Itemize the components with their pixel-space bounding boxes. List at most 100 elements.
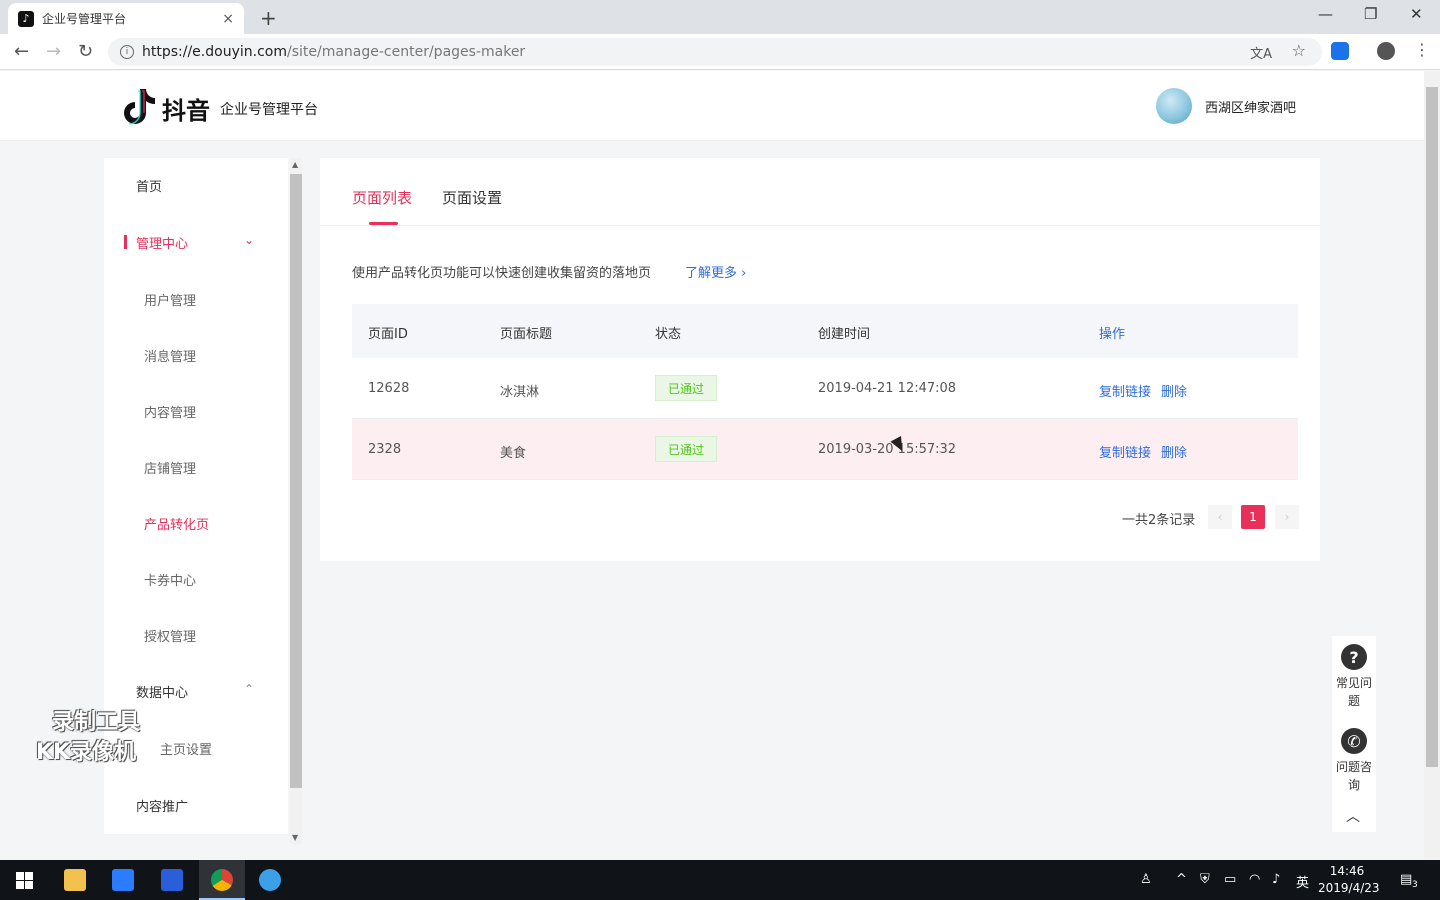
platform-name: 企业号管理平台 [220, 102, 318, 118]
clock-date: 2019/4/23 [1318, 881, 1380, 895]
system-clock[interactable]: 14:46 2019/4/23 [1318, 863, 1380, 897]
sidebar-item-label: 授权管理 [144, 630, 197, 645]
battery-icon[interactable]: ▭ [1224, 872, 1236, 887]
copy-link-button[interactable]: 复制链接 [1099, 381, 1151, 400]
security-shield-icon[interactable]: ⛨ [1200, 872, 1210, 887]
extension-icon[interactable] [1331, 42, 1349, 60]
restore-icon[interactable]: ❐ [1364, 5, 1377, 23]
sidebar-item-label: 内容推广 [136, 800, 189, 815]
scrollbar-thumb[interactable] [1426, 87, 1438, 767]
app-icon[interactable] [112, 869, 134, 891]
col-page-id: 页面ID [368, 327, 408, 342]
sidebar-item-coupons[interactable]: 卡券中心 [104, 570, 288, 590]
translate-icon[interactable]: 文A [1250, 43, 1272, 62]
address-bar[interactable]: i https://e.douyin.com/site/manage-cente… [108, 38, 1322, 66]
site-header: 抖音 企业号管理平台 西湖区绅家酒吧 [0, 71, 1424, 141]
watermark-line-1: 录制工具 [52, 710, 141, 735]
new-tab-button[interactable]: + [260, 6, 277, 30]
notification-icon[interactable]: ▤ [1400, 872, 1412, 887]
cell-page-id: 2328 [368, 442, 402, 457]
cell-page-title: 冰淇淋 [500, 385, 540, 400]
delete-button[interactable]: 删除 [1161, 381, 1187, 400]
sidebar-item-promotion[interactable]: 内容推广 [104, 796, 288, 816]
people-icon[interactable]: ♙ [1140, 872, 1152, 887]
window-close-icon[interactable]: ✕ [1410, 5, 1423, 23]
table-row: 2328 美食 已通过 2019-03-20 15:57:32 复制链接 删除 [352, 419, 1298, 480]
active-indicator [124, 235, 127, 249]
sidebar-scrollbar[interactable]: ▲ ▼ [290, 158, 302, 844]
chrome-icon[interactable] [211, 869, 233, 891]
tab-page-settings[interactable]: 页面设置 [442, 187, 502, 208]
question-icon[interactable]: ? [1341, 644, 1367, 670]
sidebar-item-messages[interactable]: 消息管理 [104, 346, 288, 366]
site-info-icon[interactable]: i [120, 45, 134, 59]
sidebar-item-data-center[interactable]: 数据中心 ⌃ [104, 682, 288, 702]
recorder-app-icon[interactable] [259, 869, 281, 891]
sidebar-item-label: 首页 [136, 180, 163, 195]
scroll-down-icon[interactable]: ▼ [292, 833, 298, 842]
scrollbar-thumb[interactable] [290, 174, 302, 788]
avatar[interactable] [1156, 88, 1192, 124]
sidebar-item-label: 内容管理 [144, 406, 197, 421]
bookmark-star-icon[interactable]: ☆ [1292, 41, 1306, 60]
tray-expand-icon[interactable]: ^ [1176, 872, 1187, 887]
watermark-line-2: KK录像机 [35, 740, 137, 765]
network-icon[interactable]: ◠ [1249, 872, 1260, 887]
back-icon[interactable]: ← [14, 41, 29, 62]
sidebar-item-label: 卡券中心 [144, 574, 197, 589]
copy-link-button[interactable]: 复制链接 [1099, 442, 1151, 461]
sidebar-item-home[interactable]: 首页 [104, 176, 288, 196]
hint-text: 使用产品转化页功能可以快速创建收集留资的落地页 [352, 266, 652, 281]
sidebar-item-label: 消息管理 [144, 350, 197, 365]
sidebar-item-product-pages[interactable]: 产品转化页 [104, 514, 288, 534]
menu-kebab-icon[interactable]: ⋮ [1414, 40, 1430, 59]
cell-page-id: 12628 [368, 381, 410, 396]
sidebar-item-manage-center[interactable]: 管理中心 ⌄ [104, 233, 288, 253]
pager-prev-button[interactable]: ‹ [1208, 505, 1232, 529]
back-to-top-icon[interactable]: ︿ [1346, 806, 1360, 826]
pager-next-button[interactable]: › [1275, 505, 1299, 529]
recorder-watermark: 录制工具 KK录像机 [32, 708, 140, 768]
wps-icon[interactable] [161, 869, 183, 891]
col-status: 状态 [655, 327, 682, 342]
sidebar-item-users[interactable]: 用户管理 [104, 290, 288, 310]
sidebar-item-label: 管理中心 [136, 237, 189, 252]
chevron-up-icon: ⌃ [244, 682, 255, 696]
consult-label[interactable]: 问题咨询 [1332, 758, 1376, 794]
scroll-up-icon[interactable]: ▲ [292, 160, 298, 169]
logo-text[interactable]: 抖音 [162, 91, 210, 126]
pager-total: 一共2条记录 [1122, 513, 1196, 528]
reload-icon[interactable]: ↻ [78, 41, 93, 62]
learn-more-link[interactable]: 了解更多 › [685, 262, 746, 281]
sidebar-item-store[interactable]: 店铺管理 [104, 458, 288, 478]
phone-icon[interactable]: ✆ [1341, 728, 1367, 754]
windows-start-icon[interactable] [16, 872, 33, 889]
minimize-icon[interactable]: — [1318, 5, 1333, 23]
douyin-favicon-icon: ♪ [18, 10, 34, 27]
pager-page-1[interactable]: 1 [1241, 505, 1265, 529]
col-created: 创建时间 [818, 327, 871, 342]
help-panel: ? 常见问题 ✆ 问题咨询 ︿ [1332, 636, 1376, 832]
sidebar-item-content[interactable]: 内容管理 [104, 402, 288, 422]
taskbar: ♙ ^ ⛨ ▭ ◠ ♪ 英 14:46 2019/4/23 ▤ 3 [0, 860, 1440, 900]
user-name[interactable]: 西湖区绅家酒吧 [1205, 97, 1296, 116]
volume-icon[interactable]: ♪ [1272, 872, 1280, 887]
delete-button[interactable]: 删除 [1161, 442, 1187, 461]
tab-close-icon[interactable]: × [222, 11, 234, 27]
file-explorer-icon[interactable] [64, 869, 86, 891]
table-row: 12628 冰淇淋 已通过 2019-04-21 12:47:08 复制链接 删… [352, 358, 1298, 419]
cell-page-title: 美食 [500, 446, 527, 461]
url-text[interactable]: https://e.douyin.com/site/manage-center/… [142, 44, 525, 60]
browser-tab[interactable]: ♪ 企业号管理平台 × [8, 3, 244, 34]
tab-page-list[interactable]: 页面列表 [352, 187, 412, 208]
profile-icon[interactable] [1377, 42, 1395, 60]
faq-label[interactable]: 常见问题 [1332, 674, 1376, 710]
forward-icon[interactable]: → [46, 41, 61, 62]
page-scrollbar[interactable] [1424, 71, 1440, 860]
sidebar-item-label: 产品转化页 [144, 518, 210, 533]
browser-tabbar: ♪ 企业号管理平台 × + — ❐ ✕ [0, 0, 1440, 34]
sidebar-item-authorization[interactable]: 授权管理 [104, 626, 288, 646]
douyin-logo-icon[interactable] [120, 87, 156, 125]
ime-indicator[interactable]: 英 [1296, 872, 1309, 891]
browser-toolbar: ← → ↻ i https://e.douyin.com/site/manage… [0, 34, 1440, 70]
